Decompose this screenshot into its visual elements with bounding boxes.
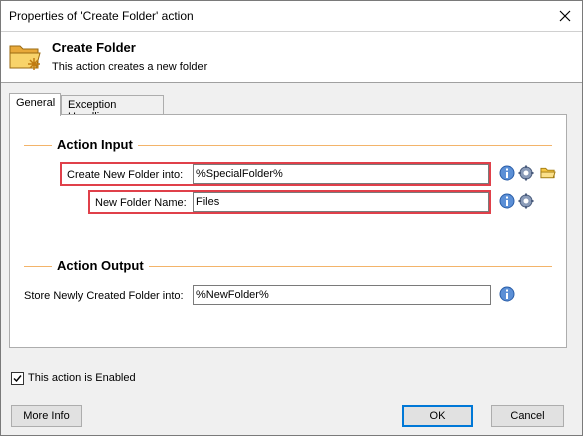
window-title: Properties of 'Create Folder' action [9,9,194,23]
create-folder-icon [8,40,42,74]
highlight-box [88,190,491,214]
enabled-label: This action is Enabled [28,372,136,384]
store-folder-label: Store Newly Created Folder into: [24,290,184,302]
info-icon[interactable] [499,286,515,302]
action-header: Create Folder This action creates a new … [1,31,582,83]
action-input-title: Action Input [52,137,138,152]
gear-icon[interactable] [518,193,534,209]
cancel-button[interactable]: Cancel [491,405,564,427]
gear-icon[interactable] [518,165,534,181]
title-bar: Properties of 'Create Folder' action [1,1,582,31]
header-title: Create Folder [52,40,136,55]
enabled-checkbox[interactable] [11,372,24,385]
action-output-title: Action Output [52,258,149,273]
properties-dialog: Properties of 'Create Folder' action Cre… [0,0,583,436]
general-panel: Action Input Create New Folder into: %Sp… [9,114,567,348]
info-icon[interactable] [499,193,515,209]
header-description: This action creates a new folder [52,61,208,73]
highlight-box [60,162,491,186]
info-icon[interactable] [499,165,515,181]
tab-general[interactable]: General [9,93,61,116]
tab-exception-handling[interactable]: Exception Handling [61,95,164,123]
checkmark-icon [13,375,22,383]
close-button[interactable] [556,7,574,25]
more-info-button[interactable]: More Info [11,405,82,427]
ok-button[interactable]: OK [402,405,473,427]
store-folder-input[interactable]: %NewFolder% [193,285,491,305]
folder-icon[interactable] [540,165,557,181]
close-icon [559,10,571,22]
